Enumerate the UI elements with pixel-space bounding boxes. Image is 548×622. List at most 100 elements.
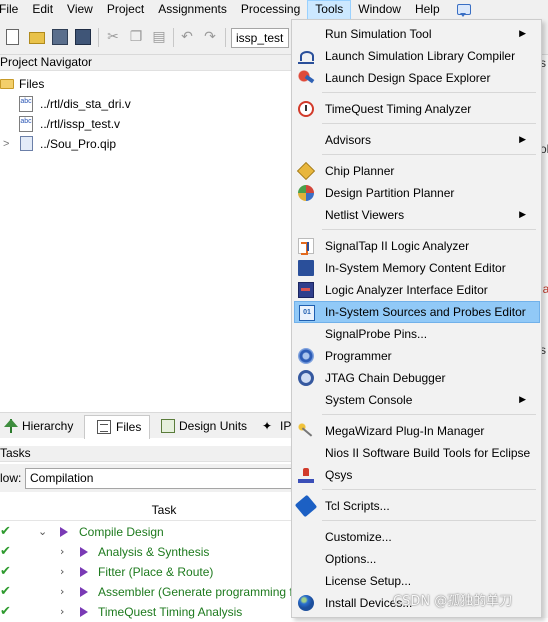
watermark: CSDN @孤独的单刀 <box>393 594 513 609</box>
task-label: Fitter (Place & Route) <box>98 565 214 579</box>
chevron-right-icon[interactable]: › <box>60 562 64 582</box>
toolbar-separator <box>173 28 174 47</box>
menu-item-label: SignalTap II Logic Analyzer <box>325 239 470 253</box>
menu-item-signaltap-ii-logic-analyzer[interactable]: SignalTap II Logic Analyzer <box>294 235 540 257</box>
tab-hierarchy[interactable]: Hierarchy <box>0 415 82 439</box>
play-icon[interactable] <box>80 607 88 617</box>
tree-folder-files[interactable]: Files <box>0 74 292 94</box>
menu-item-label: Nios II Software Build Tools for Eclipse <box>325 446 531 460</box>
save-icon[interactable] <box>52 29 68 45</box>
menu-separator <box>322 414 536 415</box>
menu-item-design-partition-planner[interactable]: Design Partition Planner <box>294 182 540 204</box>
whats-this-icon[interactable] <box>455 3 471 17</box>
cut-icon[interactable]: ✂ <box>105 29 121 45</box>
simulation-wave-icon <box>298 48 314 64</box>
menu-item-customize[interactable]: Customize... <box>294 526 540 548</box>
menu-item-run-simulation-tool[interactable]: Run Simulation Tool ▶ <box>294 23 540 45</box>
menu-item-nios-ii-software-build-tools[interactable]: Nios II Software Build Tools for Eclipse <box>294 442 540 464</box>
menu-item-programmer[interactable]: Programmer <box>294 345 540 367</box>
chevron-right-icon[interactable]: › <box>60 602 64 622</box>
task-row[interactable]: ✔ › Fitter (Place & Route) <box>0 562 292 582</box>
menu-view[interactable]: View <box>60 0 100 20</box>
expand-arrow-icon[interactable]: > <box>3 134 9 154</box>
files-icon <box>97 420 111 434</box>
task-row[interactable]: ✔ › Analysis & Synthesis <box>0 542 292 562</box>
menu-item-jtag-chain-debugger[interactable]: JTAG Chain Debugger <box>294 367 540 389</box>
check-icon: ✔ <box>0 604 11 619</box>
redo-icon[interactable]: ↷ <box>202 29 218 45</box>
tab-files[interactable]: Files <box>84 415 150 439</box>
tab-ip-label: IP <box>280 419 292 433</box>
design-units-icon <box>161 419 175 433</box>
menu-item-netlist-viewers[interactable]: Netlist Viewers ▶ <box>294 204 540 226</box>
task-row[interactable]: ✔ › Assembler (Generate programming file… <box>0 582 315 602</box>
tab-ip[interactable]: ✦ IP <box>258 415 292 439</box>
play-icon[interactable] <box>80 567 88 577</box>
tasks-title: Tasks <box>0 446 292 462</box>
project-combo[interactable]: issp_test <box>231 28 289 48</box>
chevron-right-icon[interactable]: › <box>60 542 64 562</box>
menu-item-system-console[interactable]: System Console ▶ <box>294 389 540 411</box>
new-file-icon[interactable] <box>6 29 19 45</box>
menu-item-chip-planner[interactable]: Chip Planner <box>294 160 540 182</box>
menu-separator <box>322 123 536 124</box>
menu-window[interactable]: Window <box>351 0 408 20</box>
tree-file[interactable]: abc ../rtl/dis_sta_dri.v <box>0 94 292 114</box>
play-icon[interactable] <box>60 527 68 537</box>
stopwatch-icon <box>298 101 314 117</box>
menu-edit[interactable]: Edit <box>25 0 60 20</box>
globe-icon <box>298 595 314 611</box>
folder-icon <box>0 79 14 89</box>
menu-item-timequest-timing-analyzer[interactable]: TimeQuest Timing Analyzer <box>294 98 540 120</box>
menu-file[interactable]: File <box>0 0 25 20</box>
chevron-right-icon[interactable]: › <box>60 582 64 602</box>
play-icon[interactable] <box>80 547 88 557</box>
tree-file[interactable]: > ../Sou_Pro.qip <box>0 134 292 154</box>
menu-help[interactable]: Help <box>408 0 447 20</box>
task-row[interactable]: ✔ ⌄ Compile Design <box>0 522 292 542</box>
undo-icon[interactable]: ↶ <box>179 29 195 45</box>
menu-item-launch-design-space-explorer[interactable]: Launch Design Space Explorer <box>294 67 540 89</box>
verilog-file-icon: abc <box>19 96 33 112</box>
save-all-icon[interactable] <box>75 29 91 45</box>
menu-item-logic-analyzer-interface-editor[interactable]: Logic Analyzer Interface Editor <box>294 279 540 301</box>
qsys-icon <box>298 467 314 483</box>
menu-project[interactable]: Project <box>100 0 151 20</box>
menu-item-options[interactable]: Options... <box>294 548 540 570</box>
menu-item-label: In-System Memory Content Editor <box>325 261 506 275</box>
menu-item-license-setup[interactable]: License Setup... <box>294 570 540 592</box>
play-icon[interactable] <box>80 587 88 597</box>
flow-select[interactable]: Compilation <box>25 468 295 489</box>
menu-item-label: Netlist Viewers <box>325 208 405 222</box>
hierarchy-icon <box>4 419 18 433</box>
menu-tools[interactable]: Tools <box>307 0 352 20</box>
tab-design-units[interactable]: Design Units <box>152 415 256 439</box>
menu-item-in-system-sources-and-probes-editor[interactable]: 01 In-System Sources and Probes Editor <box>294 301 540 323</box>
menu-separator <box>322 520 536 521</box>
open-folder-icon[interactable] <box>29 32 45 44</box>
tree-file-label: ../rtl/issp_test.v <box>40 117 121 131</box>
copy-icon[interactable]: ❐ <box>128 29 144 45</box>
menu-item-advisors[interactable]: Advisors ▶ <box>294 129 540 151</box>
partition-planner-icon <box>298 185 314 201</box>
check-icon: ✔ <box>0 584 11 599</box>
tree-file-label: ../rtl/dis_sta_dri.v <box>40 97 131 111</box>
paste-icon[interactable]: ▤ <box>151 29 167 45</box>
menu-processing[interactable]: Processing <box>234 0 307 20</box>
tree-file[interactable]: abc ../rtl/issp_test.v <box>0 114 292 134</box>
menu-item-megawizard-plug-in-manager[interactable]: MegaWizard Plug-In Manager <box>294 420 540 442</box>
menu-assignments[interactable]: Assignments <box>151 0 234 20</box>
menu-item-launch-simulation-library-compiler[interactable]: Launch Simulation Library Compiler <box>294 45 540 67</box>
menu-item-qsys[interactable]: Qsys <box>294 464 540 486</box>
menu-item-signalprobe-pins[interactable]: SignalProbe Pins... <box>294 323 540 345</box>
menu-item-label: JTAG Chain Debugger <box>325 371 446 385</box>
tab-hierarchy-label: Hierarchy <box>22 419 74 433</box>
menu-item-in-system-memory-content-editor[interactable]: In-System Memory Content Editor <box>294 257 540 279</box>
task-label: Analysis & Synthesis <box>98 545 210 559</box>
task-row[interactable]: ✔ › TimeQuest Timing Analysis <box>0 602 292 622</box>
menu-item-label: Customize... <box>325 530 392 544</box>
task-column-header[interactable]: Task <box>0 499 292 521</box>
menu-item-tcl-scripts[interactable]: Tcl Scripts... <box>294 494 540 518</box>
chevron-down-icon[interactable]: ⌄ <box>38 522 47 542</box>
tab-design-units-label: Design Units <box>179 419 248 433</box>
